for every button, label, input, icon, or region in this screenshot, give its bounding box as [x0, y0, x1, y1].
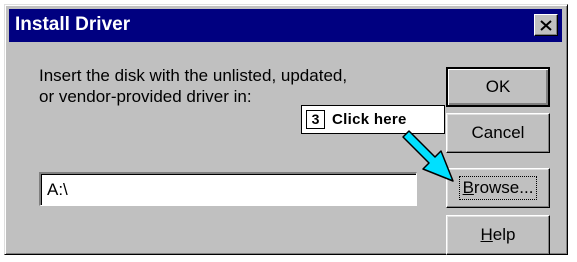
- window-title: Install Driver: [15, 14, 131, 35]
- help-button[interactable]: Help: [446, 215, 550, 255]
- cancel-button-label: Cancel: [471, 123, 525, 142]
- driver-path-input[interactable]: [39, 172, 417, 206]
- browse-button-label: Browse...: [458, 176, 538, 200]
- ok-button-label: OK: [485, 77, 511, 96]
- title-bar[interactable]: Install Driver: [9, 9, 562, 42]
- close-icon: [540, 19, 552, 31]
- browse-button[interactable]: Browse...: [446, 168, 550, 208]
- step-number: 3: [306, 110, 325, 129]
- instruction-line-2: or vendor-provided driver in:: [39, 87, 252, 106]
- cancel-button[interactable]: Cancel: [446, 113, 550, 153]
- instruction-text: Insert the disk with the unlisted, updat…: [39, 65, 347, 107]
- instruction-line-1: Insert the disk with the unlisted, updat…: [39, 66, 348, 85]
- step-instruction: Click here: [332, 111, 407, 128]
- help-button-label: Help: [480, 225, 516, 244]
- install-driver-dialog: Install Driver Insert the disk with the …: [4, 4, 568, 255]
- arrow-pointer-icon: [401, 129, 461, 190]
- ok-button[interactable]: OK: [446, 67, 550, 107]
- close-button[interactable]: [534, 14, 558, 36]
